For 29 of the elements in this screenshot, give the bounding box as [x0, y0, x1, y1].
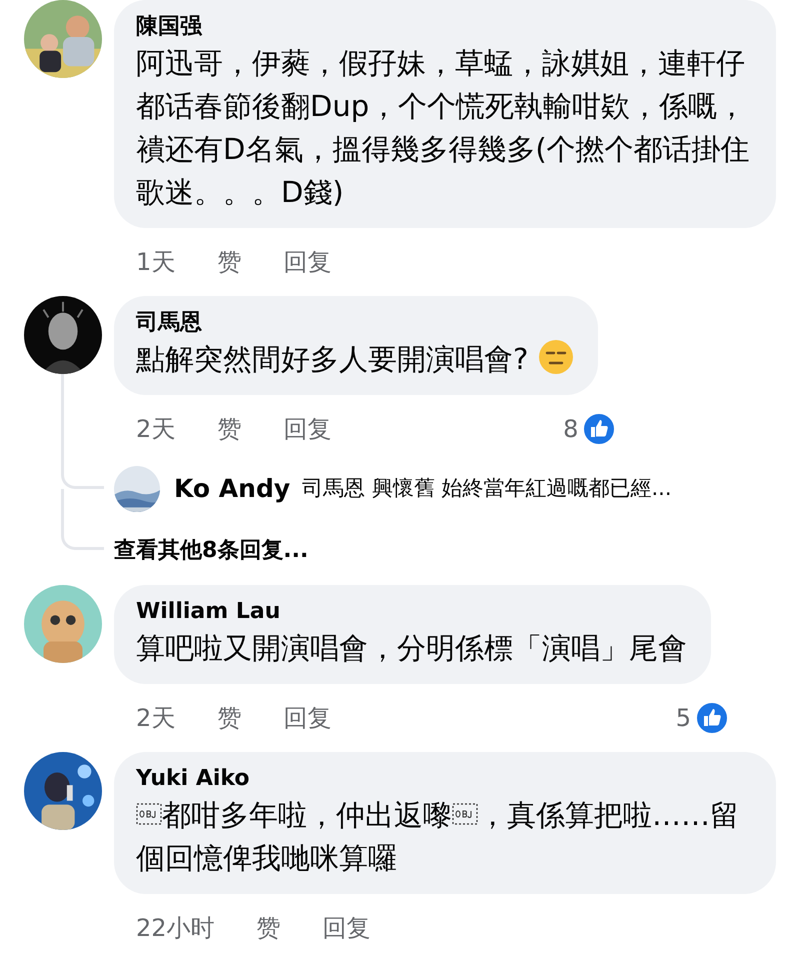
- comment-text: 點解突然間好多人要開演唱會?: [136, 338, 574, 381]
- reply-link[interactable]: 回复: [322, 910, 371, 946]
- author-name[interactable]: 陳国强: [136, 12, 752, 42]
- like-count: 5: [676, 703, 691, 734]
- like-link[interactable]: 赞: [217, 700, 242, 736]
- comment-text: 算吧啦又開演唱會，分明係標「演唱」尾會: [136, 630, 687, 667]
- author-name[interactable]: 司馬恩: [136, 308, 574, 338]
- reply-link[interactable]: 回复: [283, 700, 332, 736]
- object-placeholder-icon: [136, 801, 162, 827]
- reply-preview-text[interactable]: 司馬恩 興懷舊 始終當年紅過嘅都已經...: [302, 473, 672, 505]
- timestamp: 2天: [136, 414, 176, 445]
- reply-link[interactable]: 回复: [283, 411, 332, 447]
- reply-link[interactable]: 回复: [283, 244, 332, 280]
- like-link[interactable]: 赞: [217, 244, 242, 280]
- timestamp: 1天: [136, 247, 176, 278]
- author-name[interactable]: William Lau: [136, 597, 687, 627]
- like-count: 8: [563, 414, 578, 445]
- comment-text: 都咁多年啦，仲出返嚟 ，真係算把啦……留個回憶俾我哋咪算囉: [136, 797, 740, 877]
- timestamp: 2天: [136, 703, 176, 734]
- view-more-replies-link[interactable]: 查看其他8条回复...: [114, 534, 308, 566]
- author-name[interactable]: Yuki Aiko: [136, 764, 752, 794]
- author-name[interactable]: Ko Andy: [174, 470, 290, 508]
- like-reaction-icon: [582, 412, 616, 446]
- like-link[interactable]: 赞: [217, 411, 242, 447]
- object-placeholder-icon: [452, 801, 478, 827]
- comment-text: 阿迅哥，伊蕤，假孖妹，草蜢，詠娸姐，連軒仔都话春節後翻Dup，个个慌死執輸咁欵，係嘅，䙡还有D名氣，搵得幾多得幾多(个撚个都话掛住歌迷。。。D錢): [136, 45, 751, 211]
- timestamp: 22小时: [136, 913, 215, 944]
- like-reaction-icon: [695, 701, 729, 735]
- like-link[interactable]: 赞: [256, 910, 281, 946]
